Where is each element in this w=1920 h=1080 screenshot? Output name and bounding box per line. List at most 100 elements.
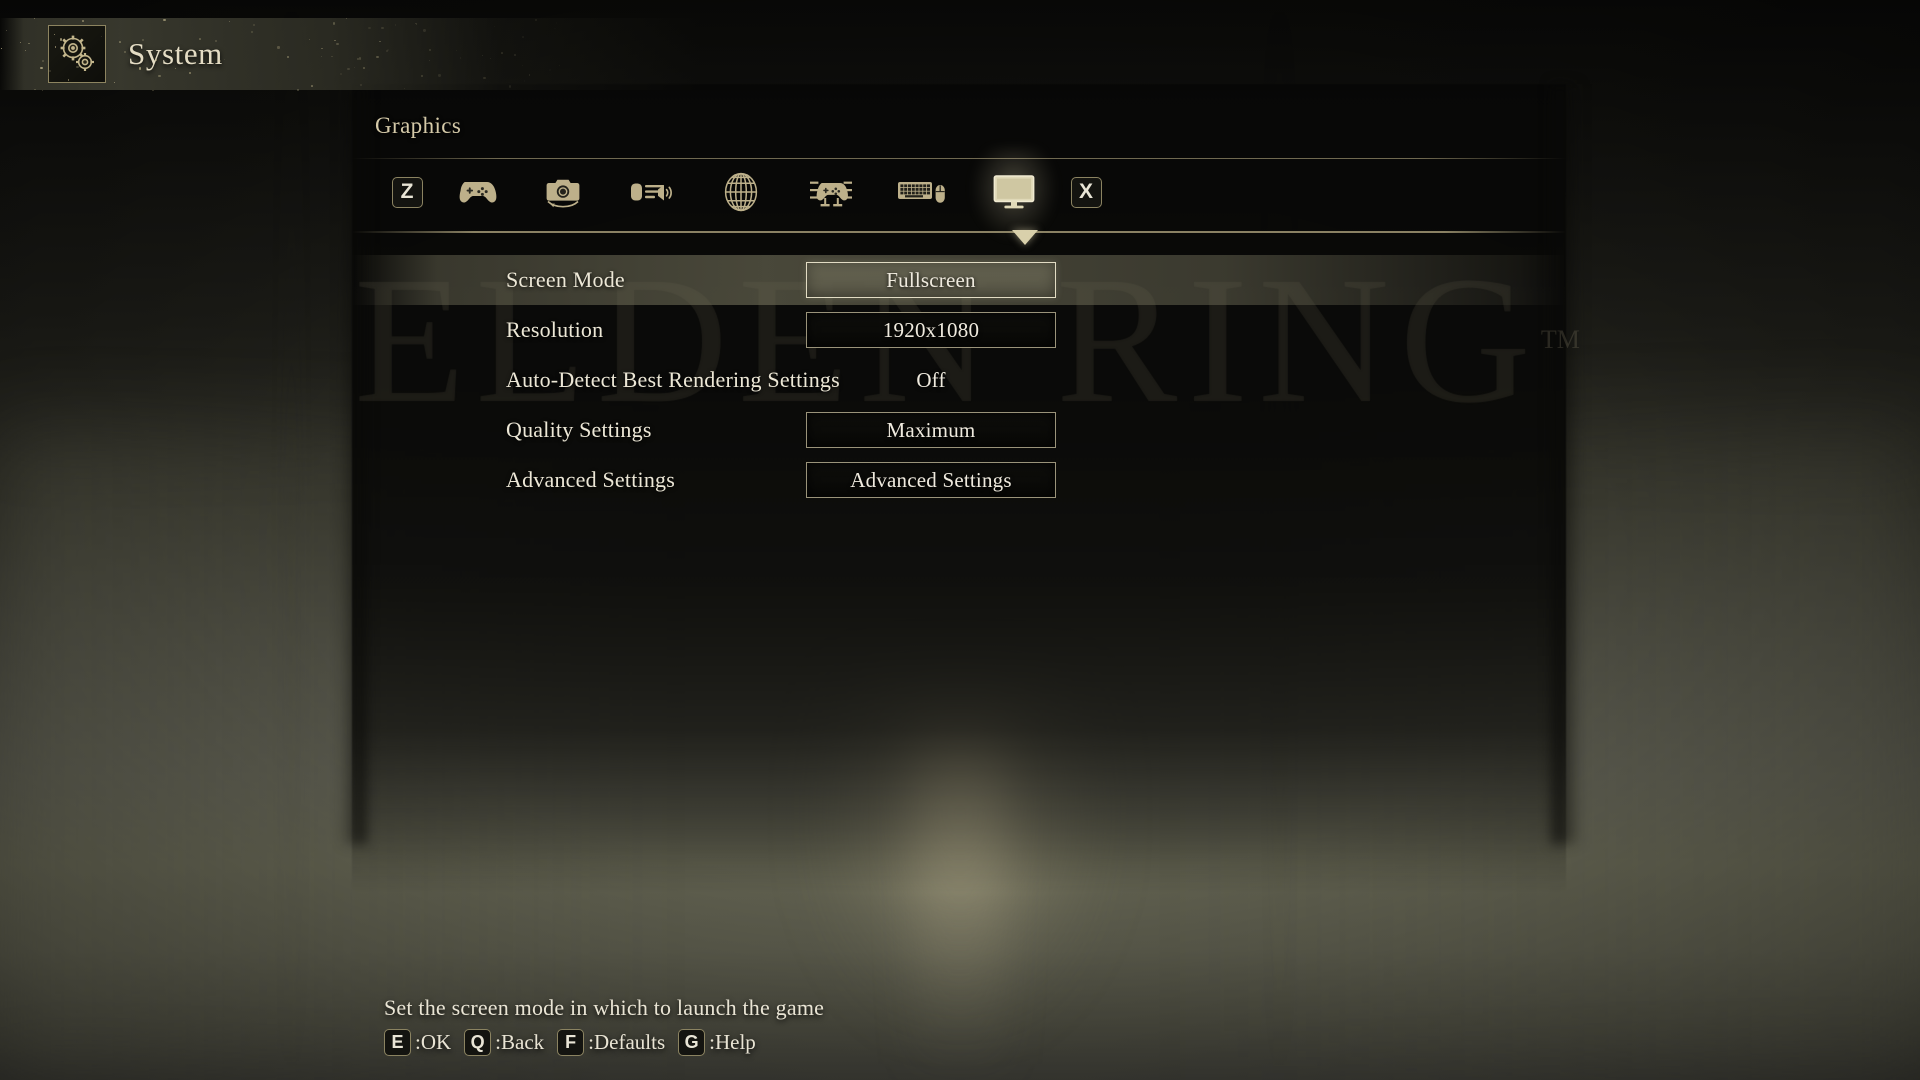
camera-rotate-icon <box>541 174 585 210</box>
header-dust-particle <box>321 47 323 50</box>
header-dust-particle <box>5 30 7 32</box>
footer-key-bindings: E:OK Q:Back F:Defaults G:Help <box>384 1029 824 1056</box>
header-dust-particle <box>489 58 491 60</box>
settings-row-resolution[interactable]: Resolution 1920x1080 <box>352 305 1566 355</box>
header-dust-particle <box>334 39 337 42</box>
header-dust-particle <box>368 26 371 30</box>
header-dust-particle <box>508 85 512 88</box>
header-dust-particle <box>556 22 557 23</box>
setting-value[interactable]: Advanced Settings <box>806 462 1056 498</box>
key-back[interactable]: Q:Back <box>464 1029 544 1056</box>
keybind-label: :Back <box>495 1030 545 1054</box>
header-dust-particle <box>362 67 365 70</box>
setting-value[interactable]: 1920x1080 <box>806 312 1056 348</box>
header-dust-particle <box>423 29 426 32</box>
tab-gamepad[interactable] <box>445 160 507 224</box>
header-dust-particle <box>336 43 339 46</box>
header-dust-particle <box>223 59 225 61</box>
header-dust-particle <box>438 74 441 77</box>
header-dust-particle <box>420 74 423 77</box>
header-dust-particle <box>34 18 36 19</box>
header-dust-particle <box>386 50 389 53</box>
globe-icon <box>721 171 761 213</box>
header-dust-particle <box>524 80 526 82</box>
keybind-label: :OK <box>415 1030 452 1054</box>
monitor-icon <box>992 173 1036 211</box>
key-help[interactable]: G:Help <box>678 1029 756 1056</box>
tab-key-bindings[interactable] <box>800 160 862 224</box>
setting-value[interactable]: Off <box>806 362 1056 398</box>
header-dust-particle <box>378 40 381 43</box>
tab-key-z[interactable]: Z <box>376 160 438 224</box>
header-dust-particle <box>321 55 323 57</box>
section-title: Graphics <box>375 113 462 138</box>
header-dust-particle <box>483 76 486 80</box>
header-dust-particle <box>40 66 43 69</box>
tab-divider-bottom <box>352 231 1566 233</box>
header-dust-particle <box>251 30 254 33</box>
header-dust-particle <box>0 48 2 50</box>
header-dust-particle <box>158 75 161 78</box>
header-dust-particle <box>481 54 483 56</box>
header-dust-particle <box>428 59 430 61</box>
header-dust-particle <box>415 24 417 26</box>
header-dust-particle <box>28 42 30 44</box>
header-dust-particle <box>493 26 496 28</box>
gears-icon <box>48 25 106 83</box>
keybind-label: :Help <box>709 1030 756 1054</box>
keycap-e-icon: E <box>384 1029 411 1056</box>
header-dust-particle <box>459 57 462 59</box>
footer: Set the screen mode in which to launch t… <box>384 995 824 1056</box>
settings-row-quality-settings[interactable]: Quality Settings Maximum <box>352 405 1566 455</box>
key-defaults[interactable]: F:Defaults <box>557 1029 665 1056</box>
setting-value-container: Advanced Settings <box>806 462 1056 498</box>
header-dust-particle <box>277 46 280 49</box>
header-dust-particle <box>394 23 397 26</box>
keycap-q-icon: Q <box>464 1029 492 1056</box>
tab-strip: Z X <box>352 147 1564 240</box>
key-z-icon: Z <box>391 176 423 208</box>
settings-row-advanced-settings[interactable]: Advanced Settings Advanced Settings <box>352 455 1566 505</box>
header-dust-particle <box>114 82 115 84</box>
tab-key-x[interactable]: X <box>1055 160 1117 224</box>
tab-network[interactable] <box>710 160 772 224</box>
tab-divider-top <box>352 158 1566 159</box>
header-dust-particle <box>297 88 300 91</box>
keycap-g-icon: G <box>678 1029 706 1056</box>
header-dust-particle <box>138 67 142 70</box>
header-dust-particle <box>376 56 379 59</box>
header-dust-particle <box>521 64 523 66</box>
header-dust-particle <box>198 37 201 40</box>
setting-value-container: Fullscreen <box>806 262 1056 298</box>
header-dust-particle <box>558 65 560 67</box>
header-dust-particle <box>345 18 347 20</box>
keybind-label: :Defaults <box>588 1030 666 1054</box>
keyboard-mouse-icon <box>896 177 946 207</box>
header-dust-particle <box>528 74 531 76</box>
tab-sound[interactable] <box>620 160 682 224</box>
settings-row-screen-mode[interactable]: Screen Mode Fullscreen <box>352 255 1566 305</box>
settings-row-auto-detect[interactable]: Auto-Detect Best Rendering Settings Off <box>352 355 1566 405</box>
header-dust-particle <box>359 84 363 87</box>
setting-value[interactable]: Maximum <box>806 412 1056 448</box>
header-dust-particle <box>311 85 313 87</box>
header-dust-particle <box>358 57 362 60</box>
tab-graphics[interactable] <box>972 147 1056 240</box>
gamepad-wired-icon <box>807 174 855 210</box>
tab-photo-mode[interactable] <box>532 160 594 224</box>
header-dust-particle <box>309 38 311 40</box>
footer-description: Set the screen mode in which to launch t… <box>384 995 825 1020</box>
tab-keyboard-mouse[interactable] <box>890 160 952 224</box>
settings-list: Screen Mode Fullscreen Resolution 1920x1080… <box>352 255 1566 505</box>
keycap-f-icon: F <box>557 1029 585 1056</box>
header-dust-particle <box>41 89 43 91</box>
setting-value[interactable]: Fullscreen <box>806 262 1056 298</box>
setting-value-container: 1920x1080 <box>806 312 1056 348</box>
header-dust-particle <box>331 55 333 58</box>
header-dust-particle <box>228 20 231 23</box>
header-dust-particle <box>549 69 551 71</box>
key-ok[interactable]: E:OK <box>384 1029 451 1056</box>
header-dust-particle <box>333 22 336 25</box>
header-dust-particle <box>554 28 555 29</box>
header-dust-particle <box>76 65 79 68</box>
